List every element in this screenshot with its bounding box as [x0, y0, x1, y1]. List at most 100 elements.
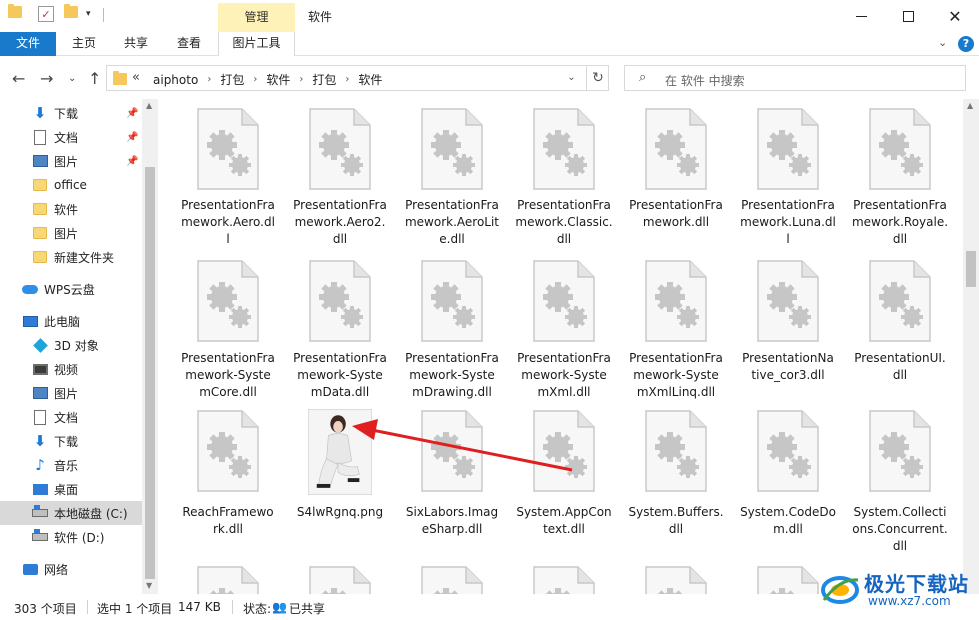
- pin-icon[interactable]: 📌: [126, 132, 138, 143]
- properties-check-icon[interactable]: ✓: [38, 6, 54, 22]
- file-name: PresentationFra mework-Syste mDrawing.dl…: [405, 351, 499, 399]
- maximize-icon: [902, 10, 914, 22]
- sidebar-item[interactable]: ⬇ 下载 📌: [0, 101, 142, 125]
- overflow-chevron-icon[interactable]: «: [132, 70, 140, 85]
- refresh-button[interactable]: ↻: [586, 66, 609, 90]
- scrollbar-thumb[interactable]: [966, 251, 976, 287]
- sidebar-item[interactable]: 桌面: [0, 477, 142, 501]
- sidebar-item[interactable]: 此电脑: [0, 309, 142, 333]
- chevron-right-icon[interactable]: ›: [248, 74, 262, 85]
- sidebar-item[interactable]: 文档 📌: [0, 125, 142, 149]
- site-watermark-logo: 极光下载站 www.xz7.com: [814, 566, 974, 612]
- close-button[interactable]: ✕: [932, 0, 978, 32]
- window-title: 软件: [308, 10, 333, 24]
- sidebar-item[interactable]: 视频: [0, 357, 142, 381]
- dll-file-item[interactable]: System.Collecti ons.Concurrent. dll: [848, 99, 952, 553]
- navigation-bar: ← → ⌄ ↑ « aiphoto › 打包 › 软件 › 打包 › 软件 ⌄ …: [0, 57, 979, 99]
- dll-file-icon: [197, 410, 259, 492]
- quick-access-folder-icon[interactable]: [8, 4, 22, 18]
- minimize-button[interactable]: [838, 0, 884, 32]
- scroll-up-arrow-icon[interactable]: ▲: [146, 101, 152, 110]
- file-name: PresentationFra mework-Syste mCore.dll: [181, 351, 275, 399]
- tab-file[interactable]: 文件: [0, 32, 56, 56]
- dll-file-icon: [645, 260, 707, 342]
- tab-share[interactable]: 共享: [114, 32, 158, 56]
- tab-view[interactable]: 查看: [167, 32, 211, 56]
- content-scrollbar[interactable]: ▲: [963, 99, 979, 594]
- chevron-right-icon[interactable]: ›: [202, 74, 216, 85]
- shared-users-icon: 👥: [272, 600, 287, 614]
- dll-file-icon: [421, 566, 483, 594]
- pin-icon[interactable]: 📌: [126, 108, 138, 119]
- sidebar-item[interactable]: ♪ 音乐: [0, 453, 142, 477]
- dll-file-item[interactable]: [512, 99, 616, 594]
- video-icon: [32, 361, 48, 377]
- sidebar-item-label: 图片: [54, 226, 79, 241]
- sidebar-item-label: 视频: [54, 362, 79, 377]
- close-icon: ✕: [948, 6, 962, 26]
- scroll-down-arrow-icon[interactable]: ▼: [146, 581, 152, 590]
- scroll-up-arrow-icon[interactable]: ▲: [967, 101, 973, 110]
- sidebar-item-label: 新建文件夹: [54, 250, 115, 265]
- breadcrumb-item[interactable]: 打包: [216, 71, 248, 88]
- sidebar-item-label: 下载: [54, 434, 79, 449]
- dll-file-item[interactable]: [736, 99, 840, 594]
- dll-file-item[interactable]: [176, 99, 280, 594]
- breadcrumb-item[interactable]: 软件: [354, 71, 386, 88]
- new-folder-icon[interactable]: [64, 4, 78, 18]
- chevron-right-icon[interactable]: ›: [294, 74, 308, 85]
- help-icon[interactable]: ?: [958, 36, 974, 52]
- sidebar-item[interactable]: 网络: [0, 557, 142, 581]
- sidebar-item[interactable]: 图片 📌: [0, 149, 142, 173]
- address-bar[interactable]: « aiphoto › 打包 › 软件 › 打包 › 软件 ⌄ ↻: [106, 65, 609, 91]
- sidebar-scrollbar[interactable]: ▲ ▼: [142, 99, 158, 594]
- maximize-button[interactable]: [885, 0, 931, 32]
- sidebar-item[interactable]: office: [0, 173, 142, 197]
- folder-icon: [32, 177, 48, 193]
- expand-ribbon-chevron-icon[interactable]: ⌄: [938, 36, 947, 49]
- sidebar-item[interactable]: 图片: [0, 221, 142, 245]
- breadcrumb-item[interactable]: aiphoto: [149, 73, 202, 87]
- file-name: PresentationFra mework-Syste mXml.dll: [517, 351, 611, 399]
- customize-toolbar-icon[interactable]: ▾: [86, 9, 91, 19]
- sidebar-item[interactable]: 图片: [0, 381, 142, 405]
- sidebar-item-label: 3D 对象: [54, 338, 99, 353]
- tab-home[interactable]: 主页: [62, 32, 106, 56]
- dll-file-icon: [309, 566, 371, 594]
- folder-icon: [32, 249, 48, 265]
- recent-locations-chevron-icon[interactable]: ⌄: [68, 73, 76, 84]
- breadcrumb-item[interactable]: 打包: [308, 71, 340, 88]
- file-name: ReachFramewo rk.dll: [182, 505, 274, 536]
- chevron-right-icon[interactable]: ›: [340, 74, 354, 85]
- sidebar-item[interactable]: 新建文件夹: [0, 245, 142, 269]
- sidebar-item[interactable]: ⬇ 下载: [0, 429, 142, 453]
- file-name: PresentationFra mework-Syste mData.dll: [293, 351, 387, 399]
- watermark-text: 极光下载站: [864, 572, 969, 596]
- dll-file-icon: [645, 410, 707, 492]
- pin-icon[interactable]: 📌: [126, 156, 138, 167]
- dll-file-item[interactable]: [400, 99, 504, 594]
- back-button[interactable]: ←: [12, 69, 25, 88]
- sidebar-item[interactable]: 软件: [0, 197, 142, 221]
- search-input[interactable]: ⌕ 在 软件 中搜索: [624, 65, 966, 91]
- dll-file-icon: [197, 566, 259, 594]
- sidebar-item[interactable]: WPS云盘: [0, 277, 142, 301]
- sidebar-item[interactable]: 3D 对象: [0, 333, 142, 357]
- drive-icon: [32, 505, 48, 521]
- sidebar-item-label: 软件 (D:): [54, 530, 105, 545]
- breadcrumb-item[interactable]: 软件: [262, 71, 294, 88]
- file-name: System.Collecti ons.Concurrent. dll: [852, 505, 948, 553]
- sidebar-item[interactable]: 文档: [0, 405, 142, 429]
- pictures-icon: [32, 153, 48, 169]
- scrollbar-thumb[interactable]: [145, 167, 155, 579]
- sidebar-item[interactable]: 软件 (D:): [0, 525, 142, 549]
- up-button[interactable]: ↑: [88, 69, 101, 88]
- dll-file-item[interactable]: [624, 99, 728, 594]
- selection-size: 147 KB: [178, 600, 221, 614]
- forward-button[interactable]: →: [40, 69, 53, 88]
- dll-file-item[interactable]: [288, 99, 392, 594]
- sidebar-item[interactable]: 本地磁盘 (C:): [0, 501, 142, 525]
- selection-count: 选中 1 个项目: [97, 602, 173, 616]
- address-dropdown-chevron-icon[interactable]: ⌄: [559, 66, 583, 90]
- tab-picture-tools[interactable]: 图片工具: [218, 32, 295, 56]
